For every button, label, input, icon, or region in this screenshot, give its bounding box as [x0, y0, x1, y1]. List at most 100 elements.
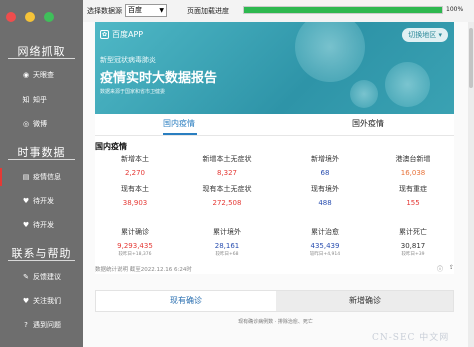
- tab-domestic[interactable]: 国内疫情: [163, 118, 195, 129]
- data-footnote: 数据统计说明 截至2022.12.16 6:24时: [95, 267, 192, 273]
- stat-item: 新增本土无症状 8,327: [187, 154, 267, 177]
- data-source-value: 百度: [128, 6, 142, 14]
- eye-icon: ◉: [22, 71, 30, 79]
- active-tab-indicator: [163, 133, 197, 135]
- stat-label: 累计死亡: [399, 228, 427, 236]
- tab-new-confirmed[interactable]: 新增确诊: [276, 291, 454, 311]
- stat-value: 272,508: [212, 199, 242, 207]
- sidebar-item-epidemic-info[interactable]: ▤ 疫情信息: [0, 168, 83, 186]
- sidebar-item-weibo[interactable]: ◎ 微博: [0, 115, 83, 133]
- stat-value: 488: [318, 199, 332, 207]
- stat-value: 68: [320, 169, 330, 177]
- chevron-down-icon: ▾: [438, 31, 442, 39]
- switch-region-button[interactable]: 切换地区 ▾: [402, 28, 448, 42]
- section-title-web-scraping: 网络抓取: [17, 45, 66, 58]
- stat-item: 新增本土 2,270: [95, 154, 175, 177]
- stat-label: 现有本土: [121, 185, 149, 193]
- stat-label: 现有重症: [399, 185, 427, 193]
- section-title-current-data: 时事数据: [17, 146, 66, 159]
- sidebar: 网络抓取 ◉ 天眼查 知 知乎 ◎ 微博 时事数据 ▤ 疫情信息 ♥ 待开发 ♥…: [0, 0, 83, 347]
- sidebar-item-label: 微博: [33, 120, 47, 128]
- weibo-icon: ◎: [22, 120, 30, 128]
- stat-delta: 较昨日+18,376: [118, 252, 152, 257]
- stat-label: 累计治愈: [311, 228, 339, 236]
- sidebar-item-label: 知乎: [33, 96, 47, 104]
- stat-delta: 较昨日+68: [215, 252, 239, 257]
- stat-item: 累计境外 28,161 较昨日+68: [187, 227, 267, 257]
- stat-value: 435,439: [310, 242, 340, 250]
- tab-current-confirmed[interactable]: 现有确诊: [96, 291, 276, 311]
- sidebar-item-feedback[interactable]: ✎ 反馈建议: [0, 268, 83, 286]
- banner-source: 数据来源于国家和省市卫健委: [100, 89, 166, 95]
- domestic-stats-card: 国内疫情 国外疫情 国内疫情 新增本土 2,270 新增本土无症状 8,327 新增境外…: [95, 114, 454, 274]
- progress-label: 页面加载进度: [187, 7, 229, 15]
- stat-value: 30,817: [400, 242, 426, 250]
- divider: [8, 159, 75, 160]
- data-source-label: 选择数据源: [87, 7, 122, 15]
- stat-item: 新增境外 68: [285, 154, 365, 177]
- stat-value: 2,270: [124, 169, 146, 177]
- share-icon[interactable]: ⇪: [449, 264, 454, 273]
- stat-item: 现有境外 488: [285, 184, 365, 207]
- window-controls: [6, 12, 54, 22]
- tab-overseas[interactable]: 国外疫情: [352, 118, 384, 129]
- domestic-title: 国内疫情: [95, 142, 127, 151]
- stat-item: 现有重症 155: [373, 184, 453, 207]
- progress-percent: 100%: [446, 6, 464, 13]
- sidebar-item-help[interactable]: ? 遇到问题: [0, 316, 83, 334]
- sidebar-item-follow-us[interactable]: ♥ 关注我们: [0, 292, 83, 310]
- stat-value: 8,327: [216, 169, 238, 177]
- vertical-scrollbar[interactable]: [468, 22, 474, 347]
- feedback-icon: ✎: [23, 273, 29, 281]
- scrollbar-thumb[interactable]: [469, 28, 473, 88]
- stat-value: 9,293,435: [117, 242, 153, 250]
- sidebar-item-label: 待开发: [33, 197, 54, 205]
- divider: [8, 58, 75, 59]
- section-title-contact-help: 联系与帮助: [11, 247, 72, 260]
- virus-decoration: [295, 22, 365, 82]
- stat-label: 新增境外: [311, 155, 339, 163]
- toolbar: 选择数据源 百度 ▼ 页面加载进度 100%: [83, 0, 474, 22]
- stat-delta: 较昨日+4,914: [309, 252, 341, 257]
- region-tabs: 国内疫情 国外疫情: [95, 114, 454, 136]
- info-icon[interactable]: ⓘ: [437, 264, 443, 273]
- divider: [8, 260, 75, 261]
- stat-label: 累计确诊: [121, 228, 149, 236]
- sidebar-item-label: 待开发: [33, 221, 54, 229]
- data-source-select[interactable]: 百度 ▼: [125, 4, 167, 17]
- close-window-button[interactable]: [6, 12, 16, 22]
- stat-value: 38,903: [122, 199, 148, 207]
- stat-item: 累计确诊 9,293,435 较昨日+18,376: [95, 227, 175, 257]
- web-view: ✿ 百度APP 切换地区 ▾ 新型冠状病毒肺炎 疫情实时大数据报告 数据来源于国…: [83, 22, 468, 347]
- heart-icon: ♥: [22, 221, 30, 229]
- sidebar-item-todo-2[interactable]: ♥ 待开发: [0, 216, 83, 234]
- page-load-progress-bar: [243, 6, 443, 14]
- baidu-app-logo: ✿ 百度APP: [100, 30, 144, 39]
- sidebar-item-todo-1[interactable]: ♥ 待开发: [0, 192, 83, 210]
- stat-item: 累计治愈 435,439 较昨日+4,914: [285, 227, 365, 257]
- watermark: CN-SEC 中文网: [372, 333, 450, 343]
- stat-label: 港澳台新增: [395, 155, 431, 163]
- sidebar-item-tianyancha[interactable]: ◉ 天眼查: [0, 66, 83, 84]
- stat-label: 现有本土无症状: [202, 185, 252, 193]
- sidebar-item-label: 关注我们: [33, 297, 61, 305]
- stat-delta: 较昨日+39: [401, 252, 425, 257]
- stat-label: 现有境外: [311, 185, 339, 193]
- bar-chart-icon: ▤: [22, 173, 30, 181]
- virus-decoration: [350, 80, 378, 108]
- maximize-window-button[interactable]: [44, 12, 54, 22]
- stat-label: 新增本土无症状: [202, 155, 252, 163]
- chevron-down-icon: ▼: [159, 7, 164, 14]
- stat-item: 港澳台新增 16,038: [373, 154, 453, 177]
- banner-subtitle: 新型冠状病毒肺炎: [100, 56, 156, 64]
- stat-value: 155: [406, 199, 420, 207]
- banner-title: 疫情实时大数据报告: [100, 71, 218, 86]
- minimize-window-button[interactable]: [25, 12, 35, 22]
- app-window: 网络抓取 ◉ 天眼查 知 知乎 ◎ 微博 时事数据 ▤ 疫情信息 ♥ 待开发 ♥…: [0, 0, 474, 347]
- sidebar-item-label: 疫情信息: [33, 173, 61, 181]
- footnote-icons: ⓘ ⇪: [437, 264, 454, 273]
- stat-item: 累计死亡 30,817 较昨日+39: [373, 227, 453, 257]
- stat-label: 新增本土: [121, 155, 149, 163]
- sidebar-item-label: 反馈建议: [33, 273, 61, 281]
- sidebar-item-zhihu[interactable]: 知 知乎: [0, 91, 83, 109]
